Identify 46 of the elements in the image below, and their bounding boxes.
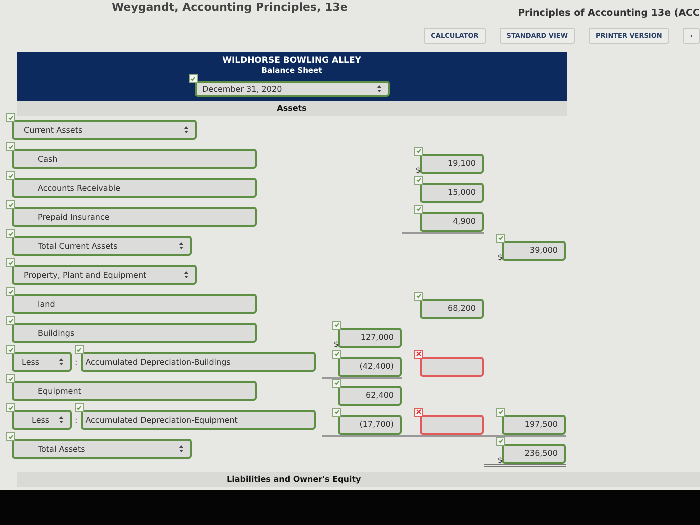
section-title: Liabilities and Owner's Equity [227, 475, 362, 484]
account-field[interactable]: Buildings [12, 323, 257, 343]
dollar-sign: $ [334, 340, 339, 349]
date-select[interactable]: December 31, 2020 [194, 81, 390, 97]
amount-field[interactable]: 19,100 [420, 154, 484, 174]
operator-select[interactable]: Less [12, 352, 72, 372]
dollar-sign: $ [416, 166, 421, 175]
account-field[interactable]: Accumulated Depreciation-Equipment [80, 410, 316, 430]
amount-field[interactable]: (17,700) [338, 414, 402, 434]
operator-select[interactable]: Less [12, 410, 72, 430]
account-field[interactable]: Cash [12, 149, 257, 169]
amount-field[interactable]: 62,400 [338, 386, 402, 406]
account-field[interactable]: Equipment [12, 381, 257, 401]
amount-field[interactable]: 197,500 [502, 414, 566, 434]
amount-field[interactable]: 4,900 [420, 212, 484, 232]
colon: : [75, 416, 78, 424]
amount-field[interactable] [420, 356, 484, 376]
account-select[interactable]: Property, Plant and Equipment [12, 265, 197, 285]
amount-field[interactable]: 236,500 [502, 444, 566, 464]
course-title: Principles of Accounting 13e (ACC [518, 8, 700, 19]
section-title: Assets [277, 104, 307, 113]
account-select[interactable]: Total Current Assets [12, 236, 192, 256]
amount-field[interactable]: (42,400) [338, 356, 402, 376]
amount-field[interactable]: 68,200 [420, 298, 484, 318]
amount-field[interactable]: 15,000 [420, 182, 484, 202]
amount-field[interactable]: 127,000 [338, 328, 402, 348]
dropdown-arrows-icon [184, 271, 189, 279]
amount-field[interactable]: 39,000 [502, 240, 566, 260]
colon: : [75, 358, 78, 366]
account-field[interactable]: Accounts Receivable [12, 178, 257, 198]
dropdown-arrows-icon [179, 242, 184, 250]
dropdown-arrows-icon [59, 416, 64, 424]
book-title: Weygandt, Accounting Principles, 13e [112, 1, 348, 14]
dropdown-arrows-icon [376, 85, 382, 93]
dropdown-arrows-icon [179, 445, 184, 453]
dropdown-arrows-icon [59, 358, 64, 366]
account-select[interactable]: Current Assets [12, 120, 197, 140]
account-field[interactable]: Accumulated Depreciation-Buildings [80, 352, 316, 372]
company-name: WILDHORSE BOWLING ALLEY [222, 56, 362, 66]
account-select[interactable]: Total Assets [12, 439, 192, 459]
dropdown-arrows-icon [184, 126, 189, 134]
dollar-sign: $ [498, 253, 503, 262]
account-field[interactable]: land [12, 294, 257, 314]
amount-field[interactable] [420, 414, 484, 434]
account-field[interactable]: Prepaid Insurance [12, 207, 257, 227]
dollar-sign: $ [498, 456, 503, 465]
